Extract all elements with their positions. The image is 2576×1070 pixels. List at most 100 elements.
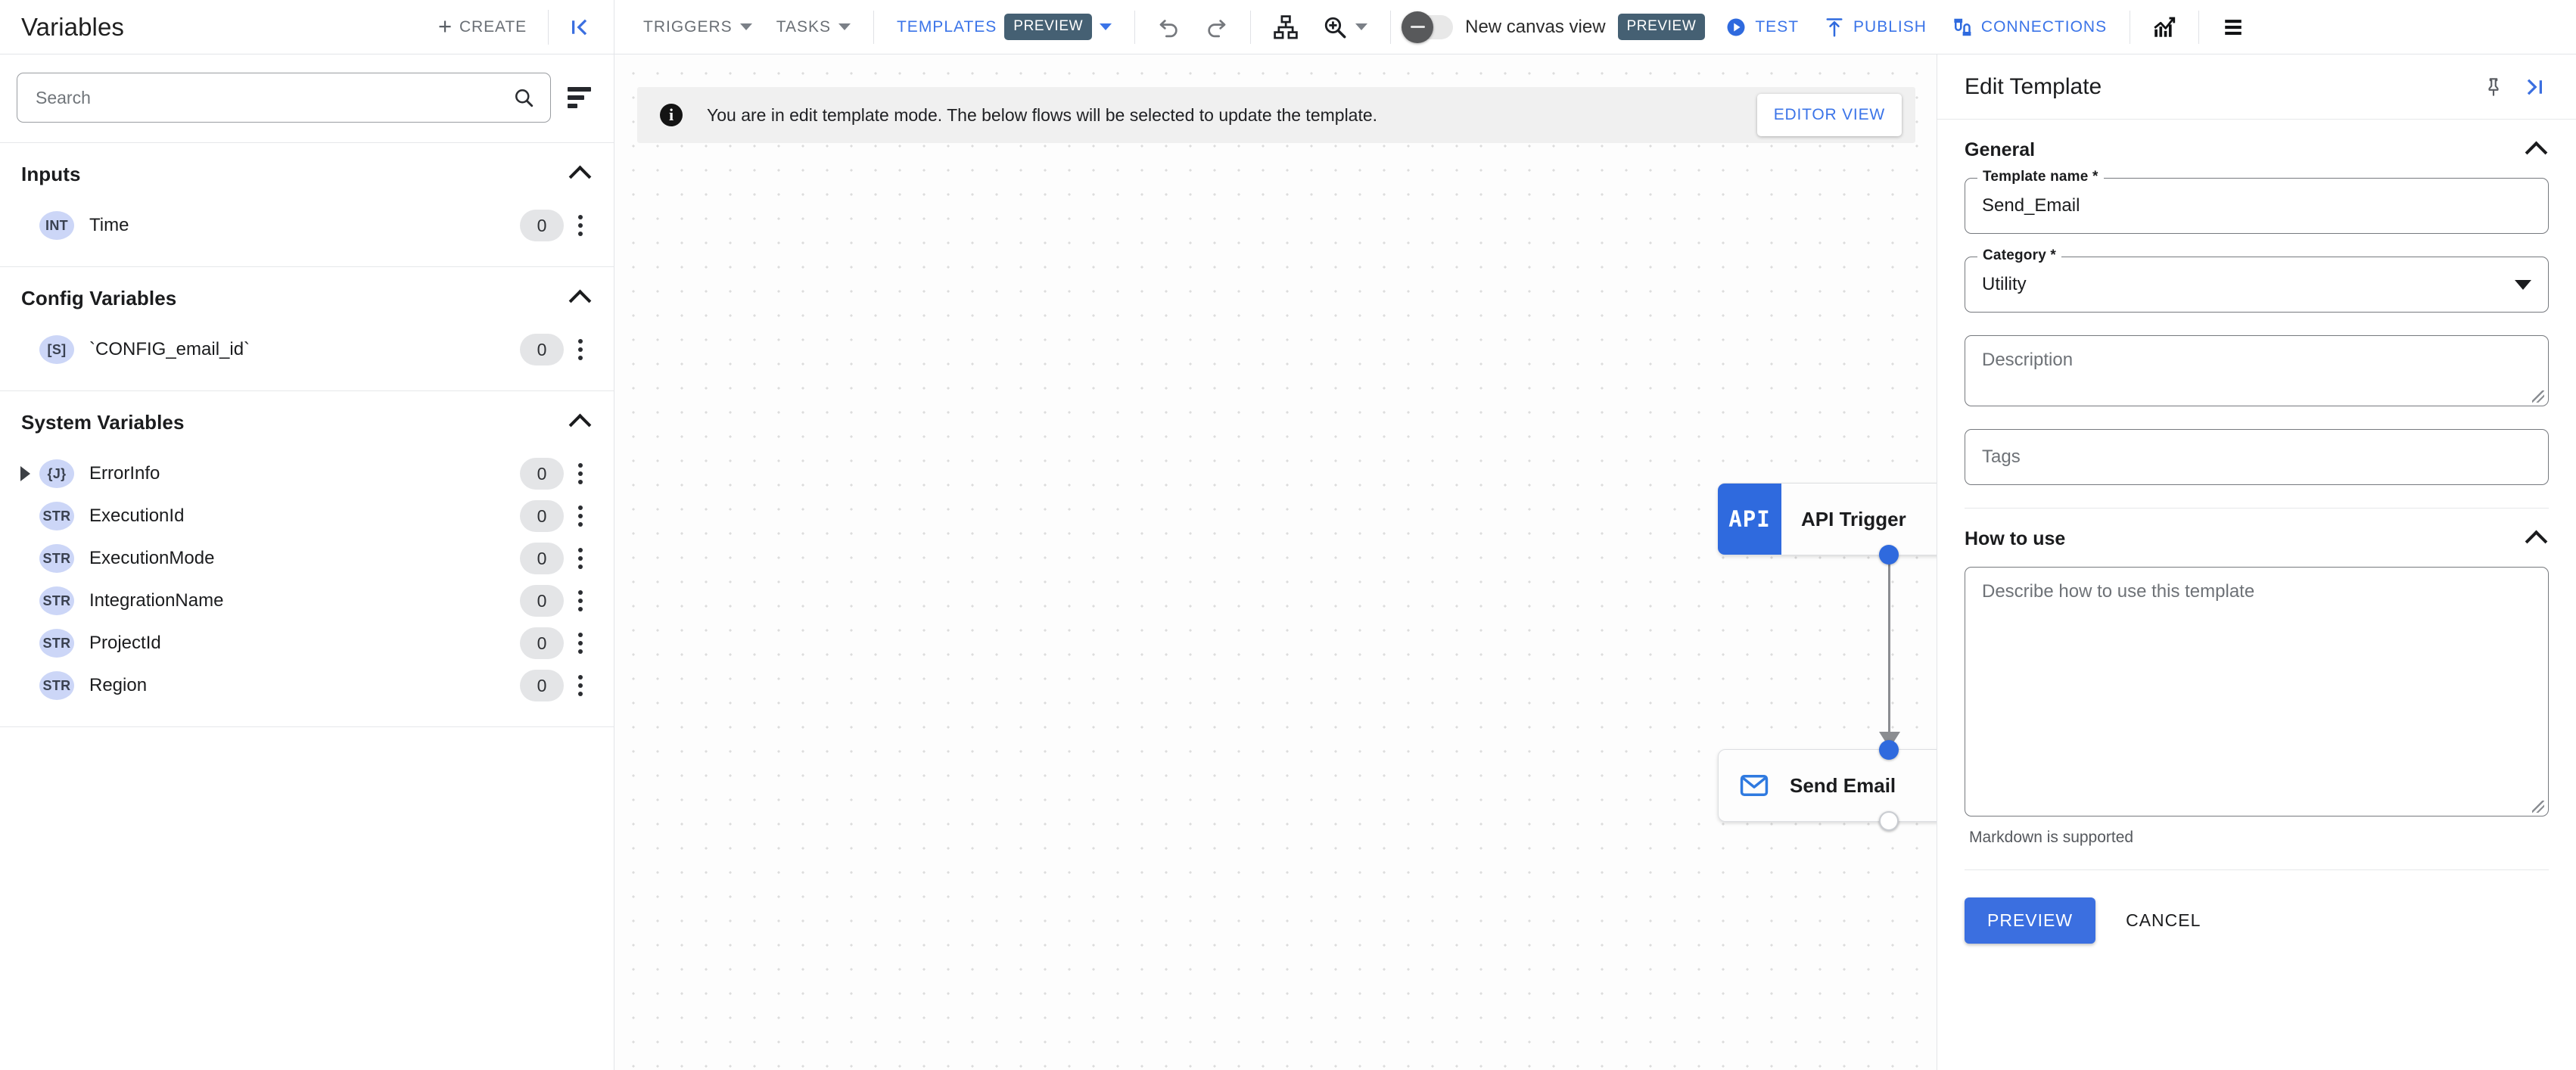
test-button[interactable]: TEST — [1713, 8, 1811, 46]
how-to-use-field[interactable]: Describe how to use this template — [1965, 567, 2549, 816]
template-name-input[interactable] — [1982, 195, 2531, 216]
type-badge: STR — [39, 671, 74, 700]
preview-button[interactable]: PREVIEW — [1965, 897, 2096, 944]
output-port[interactable] — [1879, 811, 1899, 831]
row-menu-icon[interactable] — [564, 463, 597, 484]
usage-count: 0 — [520, 500, 564, 532]
triggers-menu[interactable]: TRIGGERS — [631, 11, 764, 44]
page-title: Variables — [21, 12, 125, 41]
usage-count: 0 — [520, 210, 564, 241]
tags-field[interactable] — [1965, 429, 2549, 485]
divider — [1390, 10, 1392, 44]
list-item[interactable]: STR Region 0 — [0, 664, 614, 707]
publish-button[interactable]: PUBLISH — [1811, 8, 1939, 46]
section-header-system-variables[interactable]: System Variables — [0, 391, 614, 453]
collapse-panel-button[interactable] — [2514, 70, 2555, 104]
chevron-up-icon — [2525, 530, 2548, 553]
description-field[interactable]: Description — [1965, 335, 2549, 406]
cancel-button[interactable]: CANCEL — [2123, 897, 2204, 944]
flow-canvas[interactable]: i You are in edit template mode. The bel… — [614, 54, 1937, 1070]
node-label: Send Email — [1790, 773, 1896, 797]
row-menu-icon[interactable] — [564, 215, 597, 236]
list-item[interactable]: INT Time 0 — [0, 204, 614, 247]
list-item[interactable]: STR ExecutionMode 0 — [0, 537, 614, 580]
toggle-switch[interactable] — [1402, 11, 1454, 43]
app-root: Variables + CREATE TRIGGERS TASKS TEMPLA… — [0, 0, 2576, 1070]
row-menu-icon[interactable] — [564, 339, 597, 360]
panel-actions: PREVIEW CANCEL — [1937, 870, 2576, 944]
how-to-use-section-header[interactable]: How to use — [1965, 509, 2549, 567]
search-input[interactable] — [36, 87, 505, 108]
envelope-icon — [1740, 775, 1769, 796]
section-body: [S] `CONFIG_email_id` 0 — [0, 328, 614, 390]
type-badge: STR — [39, 544, 74, 573]
chevron-down-icon — [838, 23, 851, 30]
banner-text: You are in edit template mode. The below… — [707, 104, 1378, 125]
template-name-field[interactable]: Template name * — [1965, 169, 2549, 234]
search-box[interactable] — [17, 73, 551, 123]
redo-button[interactable] — [1193, 8, 1240, 46]
edit-template-banner: i You are in edit template mode. The bel… — [637, 87, 1915, 143]
type-badge: STR — [39, 502, 74, 530]
templates-menu[interactable]: TEMPLATES PREVIEW — [885, 6, 1124, 48]
row-menu-icon[interactable] — [564, 590, 597, 611]
how-to-use-placeholder: Describe how to use this template — [1982, 581, 2255, 602]
section-header-config-variables[interactable]: Config Variables — [0, 267, 614, 328]
usage-count: 0 — [520, 543, 564, 574]
list-item[interactable]: STR ExecutionId 0 — [0, 495, 614, 537]
info-icon: i — [660, 104, 683, 126]
tags-input[interactable] — [1982, 446, 2531, 468]
list-item[interactable]: [S] `CONFIG_email_id` 0 — [0, 328, 614, 371]
chevron-down-icon[interactable] — [2515, 279, 2531, 290]
usage-count: 0 — [520, 670, 564, 701]
hamburger-menu-icon — [2225, 19, 2242, 35]
analytics-button[interactable] — [2141, 8, 2188, 46]
list-item[interactable]: STR IntegrationName 0 — [0, 580, 614, 622]
main-menu-button[interactable] — [2210, 8, 2257, 46]
category-field[interactable]: Category * Utility — [1965, 247, 2549, 313]
type-badge: [S] — [39, 335, 74, 364]
how-to-use-section: How to use Describe how to use this temp… — [1937, 509, 2576, 870]
templates-preview-badge: PREVIEW — [1004, 14, 1093, 40]
row-menu-icon[interactable] — [564, 505, 597, 527]
row-menu-icon[interactable] — [564, 633, 597, 654]
markdown-hint: Markdown is supported — [1969, 829, 2134, 846]
pin-panel-button[interactable] — [2473, 70, 2514, 104]
divider — [2198, 10, 2200, 44]
section-config-variables: Config Variables [S] `CONFIG_email_id` 0 — [0, 266, 614, 390]
connections-button[interactable]: CONNECTIONS — [1939, 8, 2119, 46]
panel-header: Edit Template — [1937, 54, 2576, 120]
list-item[interactable]: {J} ErrorInfo 0 — [0, 453, 614, 495]
undo-button[interactable] — [1146, 8, 1193, 46]
connections-label: CONNECTIONS — [1980, 17, 2108, 36]
publish-label: PUBLISH — [1853, 17, 1927, 36]
type-badge: STR — [39, 586, 74, 615]
list-item[interactable]: STR ProjectId 0 — [0, 622, 614, 664]
sort-icon[interactable] — [566, 84, 593, 111]
section-header-inputs[interactable]: Inputs — [0, 143, 614, 204]
output-port[interactable] — [1879, 545, 1899, 565]
chevron-down-icon — [1100, 23, 1112, 30]
new-canvas-view-toggle[interactable]: New canvas view PREVIEW — [1402, 11, 1713, 43]
row-menu-icon[interactable] — [564, 548, 597, 569]
collapse-sidebar-button[interactable] — [565, 13, 594, 42]
variable-name: Region — [89, 675, 148, 695]
expand-row-icon[interactable] — [14, 466, 36, 481]
auto-layout-button[interactable] — [1262, 8, 1310, 47]
chevron-up-icon — [2525, 141, 2548, 164]
panel-body: General Template name * Category * Utili… — [1937, 120, 2576, 1070]
node-api-trigger[interactable]: API API Trigger — [1718, 483, 1937, 565]
create-variable-button[interactable]: + CREATE — [434, 12, 531, 42]
search-icon — [515, 89, 534, 107]
divider — [1250, 10, 1252, 44]
row-menu-icon[interactable] — [564, 675, 597, 696]
input-port[interactable] — [1879, 740, 1899, 760]
toggle-knob — [1402, 11, 1434, 43]
resize-handle[interactable] — [2532, 390, 2544, 403]
tasks-menu[interactable]: TASKS — [764, 11, 863, 44]
node-send-email[interactable]: Send Email ID:1 — [1718, 740, 1937, 831]
main-body: Inputs INT Time 0 Config — [0, 54, 2576, 1070]
resize-handle[interactable] — [2532, 801, 2544, 813]
editor-view-button[interactable]: EDITOR VIEW — [1756, 94, 1902, 136]
zoom-menu[interactable] — [1310, 7, 1380, 48]
